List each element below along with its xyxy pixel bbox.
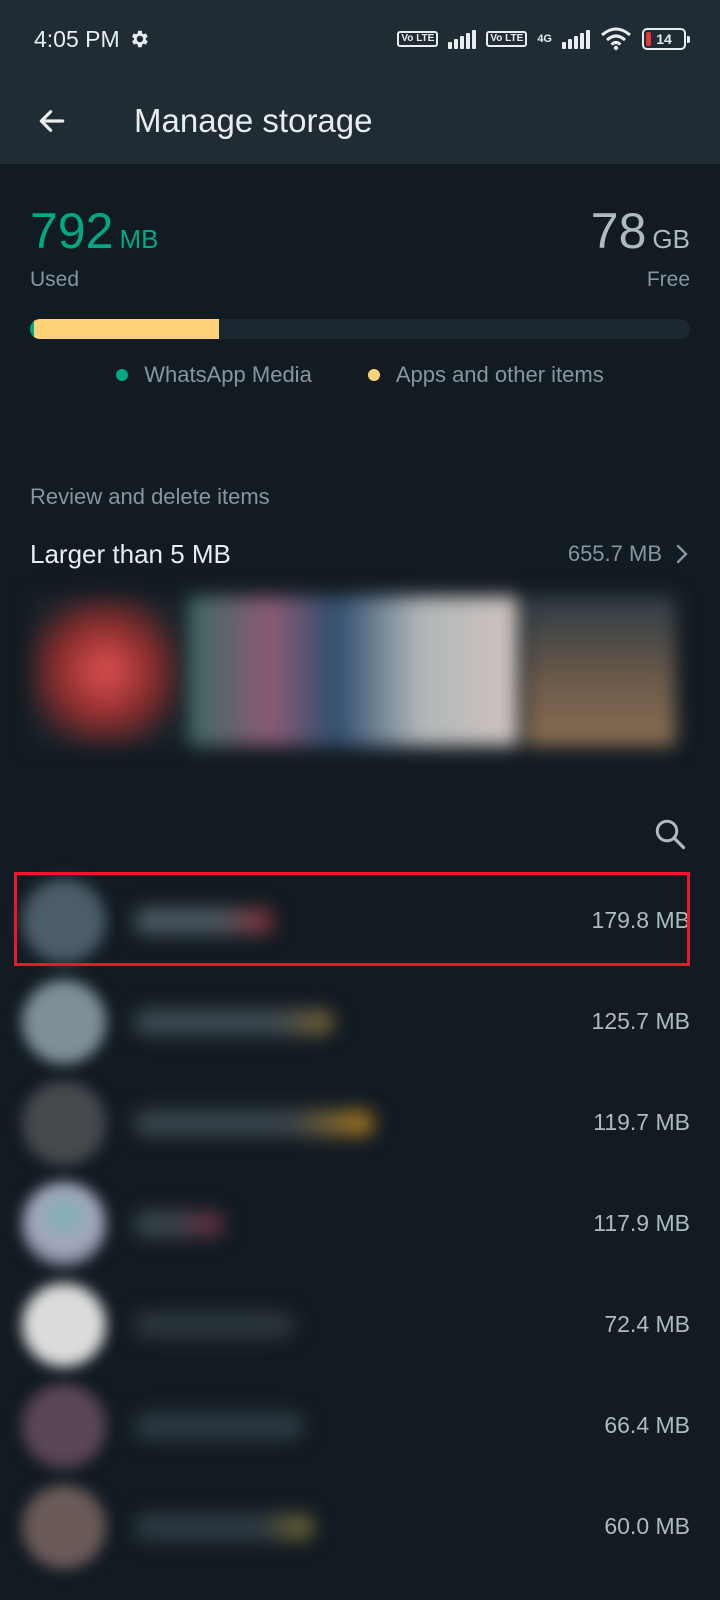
back-button[interactable] (24, 93, 80, 149)
arrow-back-icon (39, 110, 65, 132)
highlight-box (14, 872, 690, 966)
chat-storage-row[interactable]: 72.4 MB (0, 1274, 720, 1375)
larger-title: Larger than 5 MB (30, 538, 231, 569)
wifi-icon (601, 27, 631, 51)
legend-label: WhatsApp Media (144, 362, 312, 387)
volte-badge-sim1: Vo LTE (397, 31, 439, 47)
chat-size: 66.4 MB (604, 1412, 690, 1438)
chat-storage-row[interactable]: 119.7 MB (0, 1072, 720, 1173)
battery-level: 14 (656, 31, 672, 47)
larger-than-5mb-row[interactable]: Larger than 5 MB 655.7 MB (0, 524, 720, 584)
media-thumbnail[interactable] (188, 596, 518, 746)
chat-size: 60.0 MB (604, 1513, 690, 1539)
chat-size: 117.9 MB (593, 1210, 690, 1236)
chat-name-blurred (134, 907, 274, 934)
chat-name-blurred (134, 1210, 224, 1237)
settings-gear-icon (131, 30, 148, 48)
larger-size: 655.7 MB (567, 541, 662, 566)
clock: 4:05 PM (34, 25, 120, 52)
media-thumbnail[interactable] (526, 596, 676, 746)
storage-summary: 792 MB Used 78 GB Free WhatsApp Media Apps… (0, 164, 720, 441)
free-value: 78 (590, 203, 647, 259)
chat-name-blurred (134, 1513, 314, 1540)
large-media-thumbnails (30, 596, 720, 756)
chat-size: 125.7 MB (591, 1008, 690, 1034)
chat-name-blurred (134, 1412, 304, 1439)
avatar (22, 1080, 106, 1165)
legend-label: Apps and other items (395, 362, 604, 387)
used-value: 792 (30, 203, 114, 259)
legend-whatsapp-media: WhatsApp Media (116, 362, 312, 388)
chat-storage-row[interactable]: 125.7 MB (0, 971, 720, 1072)
volte-badge-sim2: Vo LTE (486, 31, 528, 47)
legend-apps: Apps and other items (367, 362, 604, 388)
avatar (22, 1484, 106, 1569)
chat-storage-row[interactable]: 66.4 MB (0, 1375, 720, 1476)
status-left: 4:05 PM (34, 26, 150, 53)
avatar (22, 878, 106, 963)
avatar (22, 1282, 106, 1367)
used-unit: MB (119, 224, 159, 254)
larger-size-group: 655.7 MB (568, 541, 690, 567)
signal-strength-icon-sim2 (562, 29, 590, 49)
battery-icon: 14 (642, 28, 690, 50)
chat-size: 119.7 MB (593, 1109, 690, 1135)
chat-name-blurred (134, 1109, 374, 1136)
avatar (22, 979, 106, 1064)
free-label: Free (646, 268, 690, 291)
media-thumbnail[interactable] (30, 596, 180, 746)
storage-usage-bar (30, 319, 690, 339)
network-type: 4G (537, 32, 552, 45)
free-unit: GB (652, 224, 690, 254)
apps-segment (34, 319, 219, 339)
chat-storage-row[interactable]: 179.8 MB (0, 870, 720, 971)
chat-size: 72.4 MB (604, 1311, 690, 1337)
used-label: Used (30, 268, 80, 291)
chat-name-blurred (134, 1008, 334, 1035)
legend-dot-icon (367, 369, 380, 381)
storage-legend: WhatsApp Media Apps and other items (0, 362, 720, 388)
review-heading: Review and delete items (30, 484, 270, 509)
chat-storage-row[interactable]: 60.0 MB (0, 1476, 720, 1577)
chat-name-blurred (134, 1311, 294, 1338)
avatar (22, 1383, 106, 1468)
search-icon (655, 819, 686, 850)
status-bar: 4:05 PM Vo LTE Vo LTE 4G 14 (0, 0, 720, 78)
chat-storage-row[interactable]: 117.9 MB (0, 1173, 720, 1274)
free-storage: 78 GB Free (591, 206, 690, 292)
app-bar: Manage storage (0, 78, 720, 164)
chevron-right-icon (676, 544, 688, 564)
signal-strength-icon-sim1 (448, 29, 477, 49)
used-storage: 792 MB Used (30, 206, 158, 292)
page-title: Manage storage (134, 102, 373, 139)
search-button[interactable] (648, 812, 692, 856)
chat-size: 179.8 MB (591, 907, 690, 933)
status-right: Vo LTE Vo LTE 4G 14 (397, 27, 690, 51)
chat-storage-list: 179.8 MB 125.7 MB 119.7 MB 117.9 MB 72.4… (0, 870, 720, 1577)
legend-dot-icon (116, 369, 129, 381)
avatar (22, 1181, 106, 1266)
